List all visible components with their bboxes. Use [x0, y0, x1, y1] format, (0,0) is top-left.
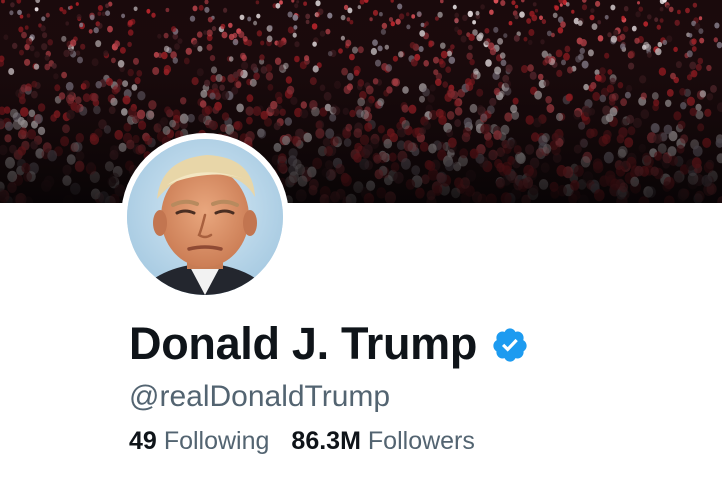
following-label: Following — [163, 427, 270, 455]
avatar-border — [121, 133, 289, 301]
avatar[interactable] — [127, 139, 283, 295]
verified-badge-icon[interactable] — [491, 326, 529, 364]
following-count: 49 — [129, 427, 157, 455]
follow-stats: 49 Following 86.3M Followers — [129, 424, 475, 458]
display-name: Donald J. Trump — [129, 318, 478, 369]
crowd-photo — [0, 0, 722, 203]
followers-count: 86.3M — [291, 427, 361, 455]
username-handle: @realDonaldTrump — [129, 380, 391, 413]
display-name-row: Donald J. Trump — [129, 316, 529, 372]
followers-link[interactable]: 86.3M Followers — [291, 424, 474, 458]
followers-label: Followers — [367, 427, 475, 455]
profile-banner-image[interactable] — [0, 0, 722, 203]
avatar-portrait — [127, 139, 283, 295]
following-link[interactable]: 49 Following — [129, 424, 269, 458]
